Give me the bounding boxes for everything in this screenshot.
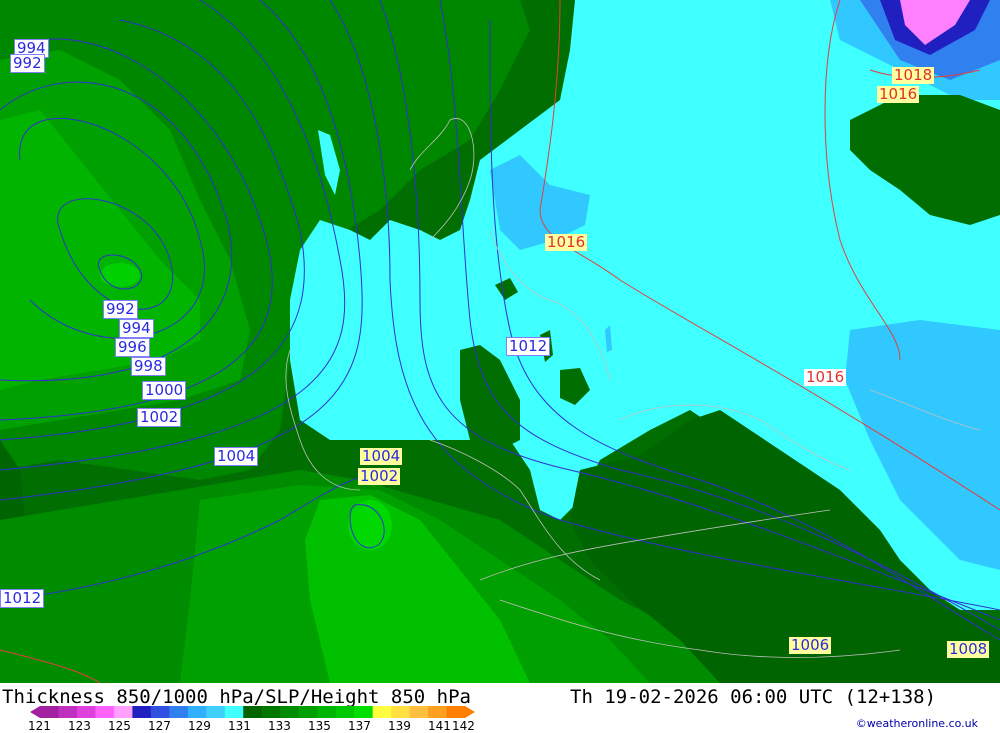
map-canvas [0, 0, 1000, 683]
map-datetime: Th 19-02-2026 06:00 UTC (12+138) [570, 686, 937, 708]
scale-tick-label: 131 [228, 719, 251, 733]
scale-swatch [169, 706, 189, 718]
isobar-label: 1016 [804, 368, 847, 386]
credit-text: ©weatheronline.co.uk [855, 717, 978, 730]
scale-tick-label: 125 [108, 719, 131, 733]
scale-tick-label: 137 [348, 719, 371, 733]
scale-tick-label: 141 [428, 719, 451, 733]
isobar-label: 998 [131, 357, 166, 376]
isobar-label: 1002 [358, 467, 401, 485]
scale-swatch [261, 706, 281, 718]
isobar-label: 994 [119, 319, 154, 338]
scale-swatch [335, 706, 355, 718]
scale-swatch [132, 706, 152, 718]
scale-swatch [76, 706, 96, 718]
scale-tick-label: 129 [188, 719, 211, 733]
scale-swatch [206, 706, 226, 718]
scale-swatch [280, 706, 300, 718]
map-footer: Thickness 850/1000 hPa/SLP/Height 850 hP… [0, 683, 1000, 733]
scale-swatch [58, 706, 78, 718]
scale-tick-label: 123 [68, 719, 91, 733]
isobar-label: 1016 [545, 233, 588, 251]
isobar-label: 992 [10, 54, 45, 73]
isobar-label: 992 [103, 300, 138, 319]
scale-tick-label: 133 [268, 719, 291, 733]
scale-tick-label: 139 [388, 719, 411, 733]
scale-swatch [391, 706, 411, 718]
isobar-label: 1018 [892, 66, 935, 84]
isobar-label: 996 [115, 338, 150, 357]
scale-swatch [409, 706, 429, 718]
map-title: Thickness 850/1000 hPa/SLP/Height 850 hP… [2, 686, 471, 708]
scale-swatch [187, 706, 207, 718]
isobar-label: 1012 [0, 589, 45, 608]
scale-swatch [428, 706, 448, 718]
scale-swatch [224, 706, 244, 718]
scale-swatch [95, 706, 115, 718]
scale-swatch [446, 706, 466, 718]
scale-tick-label: 127 [148, 719, 171, 733]
scale-swatch [40, 706, 59, 718]
isobar-label: 1004 [360, 447, 403, 465]
scale-tick-label: 121 [28, 719, 51, 733]
color-scale-ticks: 121 123 125 127 129 131 133 135 137 139 141 142 [28, 719, 508, 733]
scale-swatch [372, 706, 392, 718]
scale-swatch [298, 706, 318, 718]
scale-tick-label: 135 [308, 719, 331, 733]
scale-swatch [113, 706, 133, 718]
scale-arrow-right [465, 706, 475, 718]
isobar-label: 1004 [214, 447, 259, 466]
scale-swatch [150, 706, 170, 718]
isobar-label: 1002 [137, 408, 182, 427]
weather-map-app: 994 992 992 994 996 998 1000 1002 1004 1… [0, 0, 1000, 733]
scale-swatch [317, 706, 337, 718]
scale-swatch [354, 706, 374, 718]
isobar-label: 1016 [877, 85, 920, 103]
isobar-label: 1008 [947, 640, 990, 658]
scale-tick-label: 142 [452, 719, 475, 733]
isobar-label: 1012 [506, 337, 551, 356]
scale-arrow-left [30, 706, 40, 718]
thickness-core-west [100, 263, 140, 287]
isobar-label: 1000 [142, 381, 187, 400]
scale-swatch [243, 706, 263, 718]
isobar-label: 1006 [789, 636, 832, 654]
color-scale-bar [30, 706, 475, 718]
